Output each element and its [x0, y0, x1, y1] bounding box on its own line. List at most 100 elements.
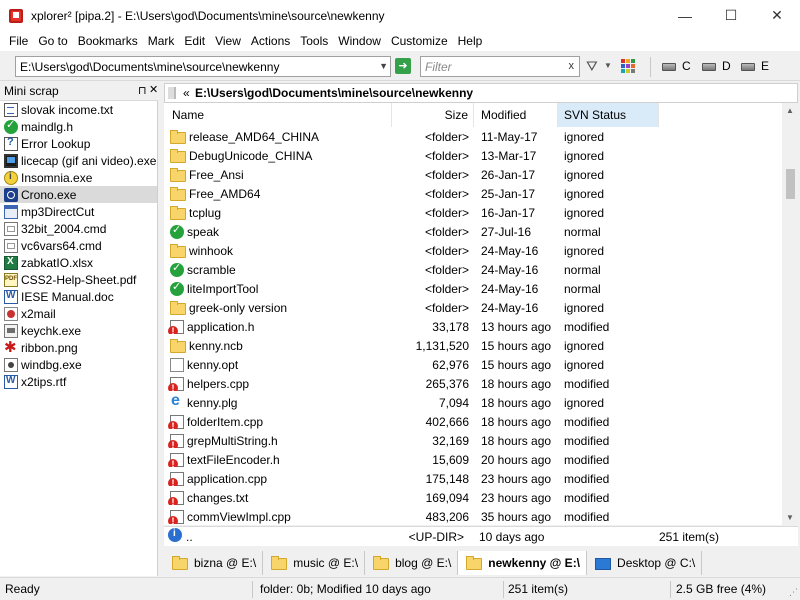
file-row[interactable]: release_AMD64_CHINA <folder> 11-May-17 igno…: [164, 127, 782, 146]
folder-tab[interactable]: Desktop @ C:\: [587, 551, 703, 575]
address-input[interactable]: [16, 57, 371, 76]
column-name[interactable]: Name: [164, 103, 392, 127]
mini-scrap-item[interactable]: keychk.exe: [0, 322, 157, 339]
filter-field[interactable]: x: [420, 56, 580, 77]
file-row[interactable]: tcplug <folder> 16-Jan-17 ignored: [164, 203, 782, 222]
file-modified: 24-May-16: [481, 243, 539, 258]
file-name: speak: [187, 224, 220, 239]
file-row[interactable]: liteImportTool <folder> 24-May-16 normal: [164, 279, 782, 298]
menu-go-to[interactable]: Go to: [33, 31, 72, 51]
updir-row[interactable]: .. <UP-DIR> 10 days ago 251 item(s): [164, 526, 798, 546]
filter-dropdown-icon[interactable]: ▼: [604, 61, 612, 70]
menu-mark[interactable]: Mark: [143, 31, 180, 51]
folder-tab[interactable]: newkenny @ E:\: [458, 551, 588, 575]
mini-scrap-item-label: maindlg.h: [21, 119, 74, 134]
mini-scrap-item[interactable]: Insomnia.exe: [0, 169, 157, 186]
file-row[interactable]: kenny.ncb 1,131,520 15 hours ago ignored: [164, 336, 782, 355]
address-dropdown-icon[interactable]: ▼: [379, 61, 388, 71]
menu-actions[interactable]: Actions: [246, 31, 295, 51]
mini-scrap-close-button[interactable]: ✕: [149, 83, 158, 96]
mini-scrap-item[interactable]: ribbon.png: [0, 338, 157, 356]
mini-scrap-item[interactable]: x2tips.rtf: [0, 373, 157, 390]
file-row[interactable]: folderItem.cpp 402,666 18 hours ago modifie…: [164, 412, 782, 431]
file-row[interactable]: speak <folder> 27-Jul-16 normal: [164, 222, 782, 241]
path-bar[interactable]: « E:\Users\god\Documents\mine\source\new…: [164, 83, 798, 103]
file-row[interactable]: greek-only version <folder> 24-May-16 ignor…: [164, 298, 782, 317]
address-combo[interactable]: ▼: [15, 56, 391, 77]
file-row[interactable]: kenny.plg 7,094 18 hours ago ignored: [164, 393, 782, 412]
file-modified: 11-May-17: [481, 129, 538, 144]
updir-size: <UP-DIR>: [408, 529, 464, 544]
mini-scrap-item[interactable]: CSS2-Help-Sheet.pdf: [0, 271, 157, 288]
file-row[interactable]: application.h 33,178 13 hours ago modified: [164, 317, 782, 336]
mini-scrap-item[interactable]: x2mail: [0, 305, 157, 322]
color-grid-icon[interactable]: [621, 59, 635, 73]
maximize-button[interactable]: ☐: [708, 0, 754, 31]
mini-scrap-item[interactable]: Error Lookup: [0, 135, 157, 152]
file-row[interactable]: application.cpp 175,148 23 hours ago modifi…: [164, 469, 782, 488]
filter-input[interactable]: [421, 57, 561, 76]
mini-scrap-item[interactable]: Crono.exe: [0, 186, 157, 203]
file-row[interactable]: commViewImpl.cpp 483,206 35 hours ago modif…: [164, 507, 782, 525]
file-name-cell: commViewImpl.cpp: [164, 509, 392, 524]
file-row[interactable]: kenny.opt 62,976 15 hours ago ignored: [164, 355, 782, 374]
mini-scrap-item[interactable]: mp3DirectCut: [0, 203, 157, 220]
file-size: 265,376: [425, 376, 469, 391]
mini-scrap-item[interactable]: zabkatIO.xlsx: [0, 254, 157, 271]
menu-bookmarks[interactable]: Bookmarks: [73, 31, 143, 51]
current-path: E:\Users\god\Documents\mine\source\newke…: [195, 86, 474, 100]
file-row[interactable]: helpers.cpp 265,376 18 hours ago modified: [164, 374, 782, 393]
file-row[interactable]: changes.txt 169,094 23 hours ago modified: [164, 488, 782, 507]
file-row[interactable]: DebugUnicode_CHINA <folder> 13-Mar-17 ignor…: [164, 146, 782, 165]
scroll-up-icon[interactable]: ▲: [786, 106, 794, 115]
drive-d-button[interactable]: D: [702, 57, 731, 75]
menu-customize[interactable]: Customize: [386, 31, 453, 51]
close-button[interactable]: ✕: [754, 0, 800, 31]
scroll-thumb[interactable]: [786, 169, 795, 199]
mini-scrap-item[interactable]: licecap (gif ani video).exe: [0, 152, 157, 169]
minimize-button[interactable]: —: [662, 0, 708, 31]
mini-scrap-item[interactable]: 32bit_2004.cmd: [0, 220, 157, 237]
app-icon[interactable]: [9, 8, 23, 23]
mini-scrap-item[interactable]: IESE Manual.doc: [0, 288, 157, 305]
file-name-cell: speak: [164, 224, 392, 239]
filter-clear-button[interactable]: x: [569, 60, 575, 72]
menu-edit[interactable]: Edit: [179, 31, 210, 51]
menu-view[interactable]: View: [210, 31, 246, 51]
file-row[interactable]: Free_AMD64 <folder> 25-Jan-17 ignored: [164, 184, 782, 203]
file-row[interactable]: grepMultiString.h 32,169 18 hours ago modif…: [164, 431, 782, 450]
folder-tab[interactable]: blog @ E:\: [365, 551, 459, 575]
mini-scrap-item[interactable]: maindlg.h: [0, 118, 157, 135]
go-arrow-icon[interactable]: ➜: [395, 58, 411, 74]
drive-e-button[interactable]: E: [741, 57, 769, 75]
pin-icon[interactable]: ⊓: [138, 84, 147, 97]
menu-window[interactable]: Window: [333, 31, 386, 51]
file-name-cell: Free_AMD64: [164, 186, 392, 201]
column-svn-status[interactable]: SVN Status: [558, 103, 659, 127]
column-size[interactable]: Size: [392, 103, 474, 127]
path-chevron[interactable]: «: [183, 86, 190, 100]
folder-tab[interactable]: music @ E:\: [263, 551, 366, 575]
menu-help[interactable]: Help: [453, 31, 488, 51]
folder-icon: [170, 338, 186, 353]
file-name: application.cpp: [187, 471, 268, 486]
resize-grip-icon[interactable]: ⋰: [789, 587, 798, 598]
folder-tab[interactable]: bizna @ E:\: [164, 551, 264, 575]
file-row[interactable]: Free_Ansi <folder> 26-Jan-17 ignored: [164, 165, 782, 184]
mini-scrap-item[interactable]: windbg.exe: [0, 356, 157, 373]
drive-c-button[interactable]: C: [662, 57, 691, 75]
file-row[interactable]: winhook <folder> 24-May-16 ignored: [164, 241, 782, 260]
vertical-scrollbar[interactable]: ▲ ▼: [782, 103, 799, 525]
scroll-down-icon[interactable]: ▼: [786, 513, 794, 522]
file-row[interactable]: textFileEncoder.h 15,609 20 hours ago modif…: [164, 450, 782, 469]
menu-tools[interactable]: Tools: [295, 31, 333, 51]
funnel-icon[interactable]: ⛛: [586, 58, 598, 75]
mini-scrap-item[interactable]: vc6vars64.cmd: [0, 237, 157, 254]
window-icon: [4, 204, 18, 219]
mini-scrap-item-label: slovak income.txt: [21, 102, 114, 117]
column-modified[interactable]: Modified: [474, 103, 558, 127]
mini-scrap-item[interactable]: slovak income.txt: [0, 101, 157, 118]
menu-file[interactable]: File: [4, 31, 33, 51]
file-row[interactable]: scramble <folder> 24-May-16 normal: [164, 260, 782, 279]
file-name: textFileEncoder.h: [187, 452, 280, 467]
